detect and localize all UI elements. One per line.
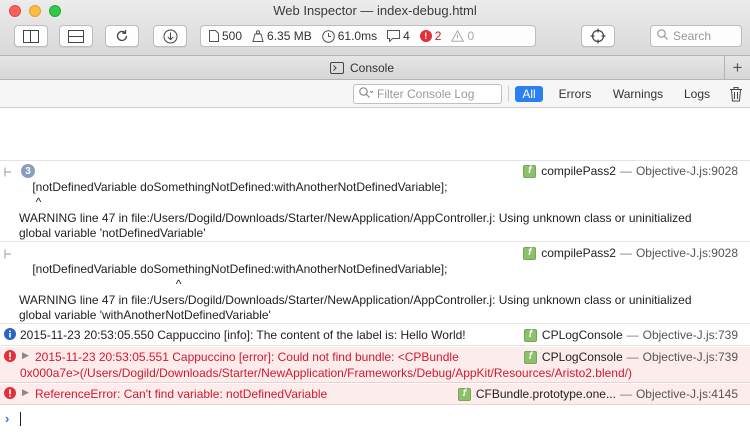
reload-icon xyxy=(116,30,128,42)
warning-icon xyxy=(451,30,465,42)
disclosure-triangle-icon[interactable]: ▶ xyxy=(22,350,29,361)
function-icon: f xyxy=(523,164,537,178)
message-text: 2015-11-23 20:53:05.551 Cappuccino [erro… xyxy=(35,350,459,364)
tab-console[interactable]: Console xyxy=(0,56,724,79)
resource-count: 500 xyxy=(209,29,242,43)
window-title: Web Inspector — index-debug.html xyxy=(273,3,477,18)
console-message[interactable]: [notDefinedVariable doSomethingNotDefine… xyxy=(0,243,750,324)
search-icon xyxy=(657,29,668,43)
crosshair-icon xyxy=(590,28,606,44)
message-text: ReferenceError: Can't find variable: not… xyxy=(35,387,328,401)
warning-count: 0 xyxy=(451,29,474,43)
dock-bottom-icon xyxy=(68,29,84,43)
function-icon: f xyxy=(523,350,537,364)
trash-icon xyxy=(730,87,742,102)
log-level-icon xyxy=(4,166,14,180)
message-source-link[interactable]: f CPLogConsole — Objective-J.js:739 xyxy=(523,349,738,365)
message-source-link[interactable]: f CPLogConsole — Objective-J.js:739 xyxy=(523,327,738,343)
function-icon: f xyxy=(523,246,537,260)
message-code: [notDefinedVariable doSomethingNotDefine… xyxy=(19,262,448,276)
message-source-link[interactable]: f compilePass2 — Objective-J.js:9028 xyxy=(523,245,738,261)
message-text: global variable 'withAnotherNotDefinedVa… xyxy=(19,308,271,322)
message-source-link[interactable]: f CFBundle.prototype.one... — Objective-… xyxy=(457,386,738,402)
console-icon xyxy=(329,61,344,74)
message-text: WARNING line 47 in file:/Users/Dogild/Do… xyxy=(19,293,692,307)
clear-console-button[interactable] xyxy=(729,86,745,102)
disclosure-triangle-icon[interactable]: ▶ xyxy=(22,387,29,398)
filter-divider xyxy=(508,86,509,102)
message-text: global variable 'notDefinedVariable' xyxy=(19,226,206,240)
error-icon xyxy=(4,350,16,365)
filter-errors-button[interactable]: Errors xyxy=(556,86,594,102)
download-icon xyxy=(163,29,177,43)
filter-warnings-button[interactable]: Warnings xyxy=(611,86,665,102)
dashboard-stats[interactable]: 500 6.35 MB 61.0ms 4 ! 2 0 xyxy=(200,25,536,47)
error-icon: ! xyxy=(419,30,432,42)
console-prompt-icon: › xyxy=(5,411,10,426)
load-time: 61.0ms xyxy=(321,29,377,43)
filter-logs-button[interactable]: Logs xyxy=(682,86,712,102)
error-count: ! 2 xyxy=(419,29,441,43)
dock-side-button[interactable] xyxy=(14,25,48,47)
resource-size: 6.35 MB xyxy=(252,29,312,43)
tab-bar: Console + xyxy=(0,56,750,80)
title-bar: Web Inspector — index-debug.html 500 6.3… xyxy=(0,0,750,56)
message-caret: ^ xyxy=(19,195,42,209)
info-icon xyxy=(4,328,16,343)
function-icon: f xyxy=(457,387,471,401)
message-source-link[interactable]: f compilePass2 — Objective-J.js:9028 xyxy=(523,163,738,179)
filter-console-input[interactable]: Filter Console Log xyxy=(353,84,502,104)
clock-icon xyxy=(321,29,335,43)
dock-side-icon xyxy=(23,29,39,43)
message-code: [notDefinedVariable doSomethingNotDefine… xyxy=(19,180,448,194)
console-log: 3 [notDefinedVariable doSomethingNotDefi… xyxy=(0,108,750,434)
function-icon: f xyxy=(523,328,537,342)
console-message[interactable]: 3 [notDefinedVariable doSomethingNotDefi… xyxy=(0,160,750,242)
console-message-error[interactable]: ▶ 2015-11-23 20:53:05.551 Cappuccino [er… xyxy=(0,347,750,383)
speech-bubble-icon xyxy=(387,30,401,42)
console-message[interactable]: 2015-11-23 20:53:05.550 Cappuccino [info… xyxy=(0,325,750,346)
add-tab-button[interactable]: + xyxy=(724,56,750,79)
filter-all-button[interactable]: All xyxy=(515,86,543,102)
download-button[interactable] xyxy=(153,25,187,47)
error-icon xyxy=(4,387,16,402)
message-text: 2015-11-23 20:53:05.550 Cappuccino [info… xyxy=(20,328,466,342)
reload-button[interactable] xyxy=(105,25,139,47)
weight-icon xyxy=(252,30,264,42)
message-caret: ^ xyxy=(19,277,182,291)
document-icon xyxy=(209,30,219,42)
log-count: 4 xyxy=(387,29,410,43)
search-input[interactable]: Search xyxy=(650,25,742,47)
log-level-icon xyxy=(4,248,14,262)
message-text: 0x000a7e>(/Users/Dogild/Downloads/Starte… xyxy=(20,366,632,380)
console-filter-bar: Filter Console Log All Errors Warnings L… xyxy=(0,80,750,108)
message-text: WARNING line 47 in file:/Users/Dogild/Do… xyxy=(19,211,692,225)
inspect-element-button[interactable] xyxy=(581,25,615,47)
console-message-error[interactable]: ▶ ReferenceError: Can't find variable: n… xyxy=(0,384,750,405)
repeat-count-badge: 3 xyxy=(21,164,35,178)
console-input[interactable] xyxy=(20,412,21,426)
dock-bottom-button[interactable] xyxy=(59,25,93,47)
filter-search-icon xyxy=(359,87,374,101)
